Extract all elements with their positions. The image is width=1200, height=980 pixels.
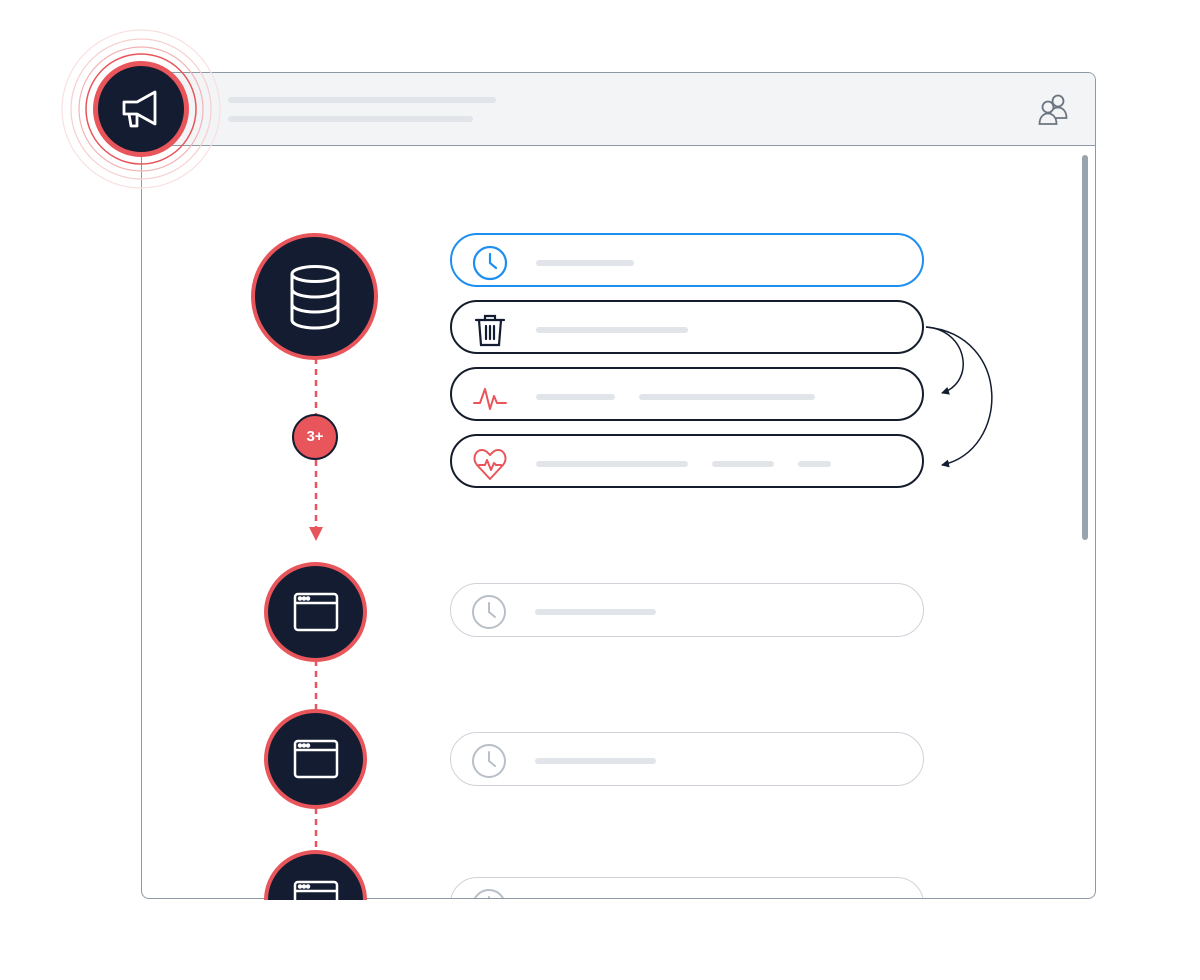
browser-window-icon — [293, 739, 338, 779]
clock-icon — [472, 245, 508, 281]
list-row[interactable] — [450, 367, 924, 421]
database-node[interactable] — [251, 233, 378, 360]
clock-icon — [474, 889, 504, 898]
list-row-disabled[interactable] — [450, 583, 924, 637]
row-placeholder-line — [798, 461, 831, 467]
users-icon[interactable] — [1035, 91, 1071, 127]
row-placeholder-line — [639, 394, 815, 400]
pulse-icon — [473, 388, 507, 410]
list-row[interactable] — [450, 300, 924, 354]
row-placeholder-line — [535, 758, 656, 764]
bottom-mask — [0, 900, 1200, 980]
megaphone-node[interactable] — [93, 61, 189, 157]
row-placeholder-line — [535, 609, 656, 615]
browser-node[interactable] — [264, 562, 367, 662]
clock-icon — [472, 744, 506, 778]
list-row-disabled[interactable] — [450, 877, 924, 898]
list-row-active[interactable] — [450, 233, 924, 287]
row-placeholder-line — [536, 327, 688, 333]
megaphone-icon — [122, 90, 157, 128]
list-row-disabled[interactable] — [450, 732, 924, 786]
row-placeholder-line — [536, 461, 688, 467]
database-icon — [290, 264, 339, 330]
row-placeholder-line — [536, 260, 634, 266]
browser-window-icon — [293, 592, 338, 632]
title-placeholder-line — [228, 97, 496, 103]
browser-node[interactable] — [264, 709, 367, 809]
row-placeholder-line — [536, 394, 615, 400]
count-badge: 3+ — [292, 414, 338, 460]
scrollbar[interactable] — [1082, 155, 1088, 540]
trash-icon — [474, 314, 506, 347]
row-placeholder-line — [712, 461, 774, 467]
subtitle-placeholder-line — [228, 116, 473, 122]
heart-pulse-icon — [473, 449, 507, 480]
clipped-row-container — [440, 860, 940, 898]
title-bar — [142, 73, 1095, 146]
list-row[interactable] — [450, 434, 924, 488]
clock-icon — [472, 595, 506, 629]
